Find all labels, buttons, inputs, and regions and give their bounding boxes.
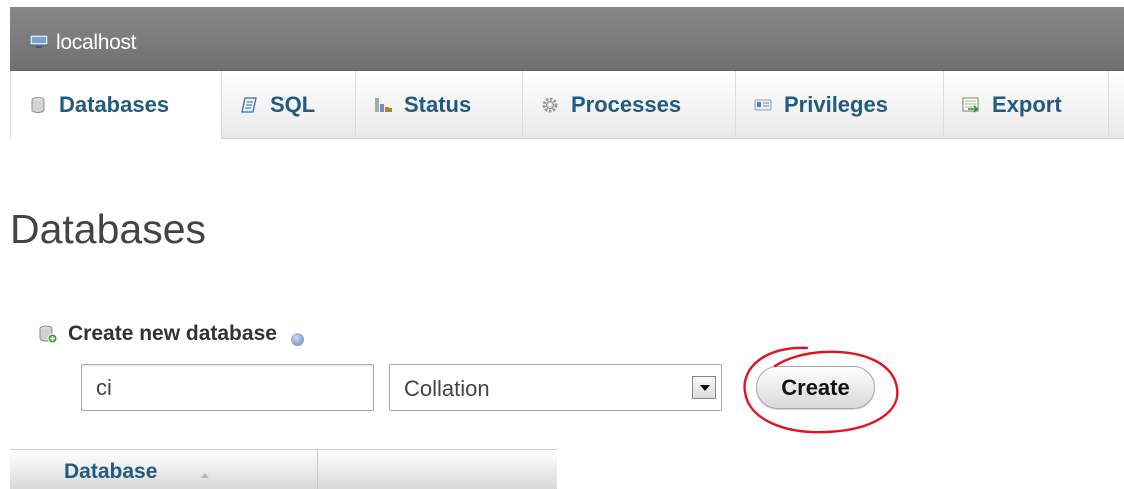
collation-select[interactable]: Collation [389,364,722,411]
column-header-label: Database [64,460,158,483]
server-breadcrumb-bar: localhost [10,7,1124,71]
tab-processes[interactable]: Processes [523,71,736,139]
tab-label: Databases [59,92,170,117]
tab-label: SQL [270,92,316,117]
tab-label: Export [992,92,1062,117]
gear-icon [542,97,558,113]
create-database-heading: Create new database [38,322,304,346]
page-title: Databases [10,206,207,252]
privileges-icon [754,99,772,111]
create-database-label: Create new database [68,322,277,345]
tab-label: Privileges [784,92,888,117]
database-name-input[interactable] [81,364,374,411]
main-tab-bar: Databases SQL Status Processes Privilege… [10,71,1124,139]
sort-arrow-icon [201,473,209,478]
add-database-icon [39,325,58,344]
dropdown-arrow-icon[interactable] [692,376,716,399]
tab-privileges[interactable]: Privileges [736,71,944,139]
tab-export[interactable]: Export [944,71,1109,139]
tab-label: Processes [571,92,682,117]
create-button[interactable]: Create [756,366,875,409]
status-icon [375,98,392,112]
server-icon [30,35,48,48]
databases-table-header: Database [10,449,557,489]
help-icon[interactable] [290,332,304,346]
column-header-empty [319,450,557,489]
export-icon [962,97,979,113]
database-icon [31,97,45,113]
collation-selected-value: Collation [404,376,490,401]
column-header-database[interactable]: Database [10,450,318,489]
tab-label: Status [404,92,472,117]
tab-status[interactable]: Status [356,71,523,139]
server-link[interactable]: localhost [56,31,136,55]
tab-sql[interactable]: SQL [222,71,356,139]
tab-databases[interactable]: Databases [10,71,222,139]
sql-icon [241,97,257,113]
